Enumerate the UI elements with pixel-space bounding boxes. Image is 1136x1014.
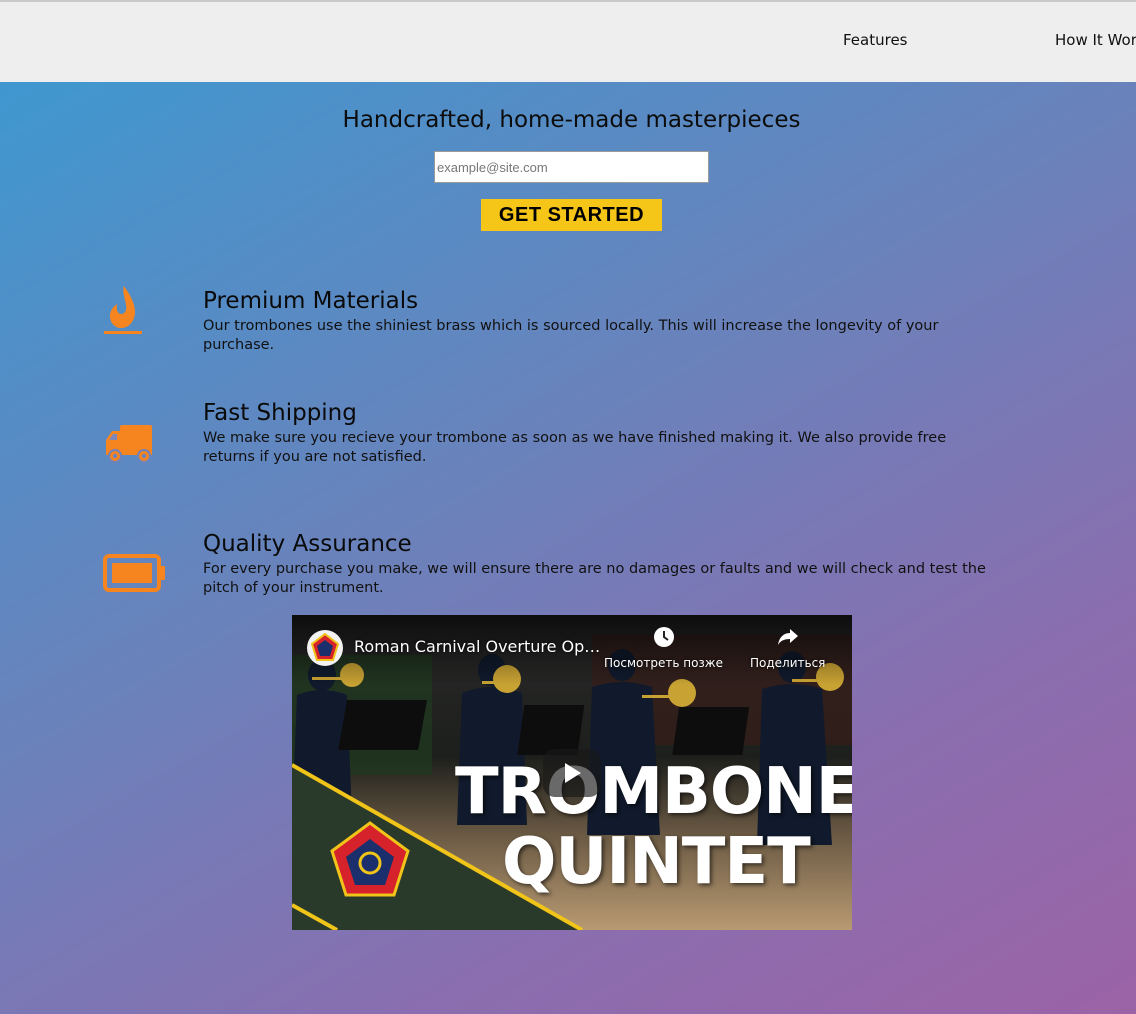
watch-later-button[interactable]: Посмотреть позже	[604, 625, 723, 670]
embedded-video[interactable]: Roman Carnival Overture Op… Посмотреть п…	[292, 615, 852, 930]
clock-icon	[653, 627, 674, 647]
watch-later-label: Посмотреть позже	[604, 656, 723, 670]
hero-title: Handcrafted, home-made masterpieces	[342, 107, 801, 133]
feature-title-fast-shipping: Fast Shipping	[203, 400, 357, 426]
battery-icon	[102, 553, 168, 597]
feature-text-quality-assurance: For every purchase you make, we will ens…	[203, 561, 986, 596]
play-icon	[565, 763, 581, 783]
video-overlay-title-line1: TROMBONE	[455, 755, 852, 829]
play-button[interactable]	[543, 749, 601, 797]
top-navbar: Features How It Wor	[0, 0, 1136, 82]
get-started-button[interactable]: GET STARTED	[481, 199, 662, 231]
channel-avatar[interactable]	[306, 629, 344, 667]
share-button[interactable]: Поделиться	[750, 625, 825, 670]
email-input[interactable]	[434, 151, 709, 183]
video-overlay-title-line2: QUINTET	[502, 825, 811, 899]
nav-link-how-it-works[interactable]: How It Wor	[1055, 31, 1136, 49]
flame-icon	[100, 284, 146, 342]
share-label: Поделиться	[750, 656, 826, 670]
truck-icon	[104, 422, 154, 468]
feature-text-premium-materials: Our trombones use the shiniest brass whi…	[203, 318, 939, 353]
nav-link-features[interactable]: Features	[843, 31, 908, 49]
video-title[interactable]: Roman Carnival Overture Op…	[354, 637, 614, 656]
feature-title-premium-materials: Premium Materials	[203, 288, 419, 314]
feature-title-quality-assurance: Quality Assurance	[203, 531, 412, 557]
feature-text-fast-shipping: We make sure you recieve your trombone a…	[203, 430, 947, 465]
share-icon	[777, 629, 798, 645]
